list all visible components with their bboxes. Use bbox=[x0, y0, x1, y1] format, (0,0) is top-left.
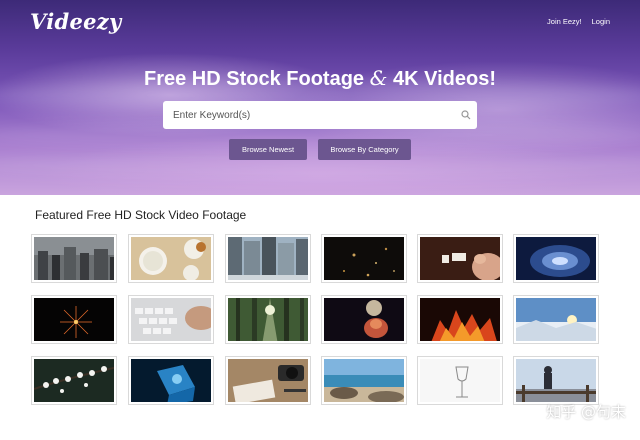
thumbnail-blue-glass-cube[interactable] bbox=[129, 357, 213, 404]
thumbnail-fingers-love-tiles[interactable] bbox=[418, 235, 502, 282]
search-box bbox=[163, 101, 477, 129]
hero-title-ampersand: & bbox=[369, 66, 388, 90]
thumbnail-blossom-branch[interactable] bbox=[32, 357, 116, 404]
section-title: Featured Free HD Stock Video Footage bbox=[35, 208, 247, 222]
login-link[interactable]: Login bbox=[592, 17, 610, 26]
thumbnail-sunset-snow[interactable] bbox=[514, 296, 598, 343]
thumbnail-desk-camera[interactable] bbox=[226, 357, 310, 404]
hero-title-part1: Free HD Stock Footage bbox=[144, 68, 370, 90]
thumbnail-fireworks[interactable] bbox=[32, 296, 116, 343]
watermark: 知乎 @句末 bbox=[546, 403, 626, 421]
browse-newest-button[interactable]: Browse Newest bbox=[229, 139, 307, 160]
top-nav: Join Eezy! Login bbox=[547, 17, 610, 26]
search-icon[interactable] bbox=[455, 101, 477, 129]
join-link[interactable]: Join Eezy! bbox=[547, 17, 582, 26]
thumbnail-fire[interactable] bbox=[418, 296, 502, 343]
thumbnail-wine-glass[interactable] bbox=[418, 357, 502, 404]
thumbnail-dark-particles[interactable] bbox=[322, 235, 406, 282]
thumbnail-beach-rocks[interactable] bbox=[322, 357, 406, 404]
browse-by-category-button[interactable]: Browse By Category bbox=[318, 139, 411, 160]
thumbnail-forest-sunbeams[interactable] bbox=[226, 296, 310, 343]
hero-title-part2: 4K Videos! bbox=[387, 68, 496, 90]
search-input[interactable] bbox=[163, 101, 455, 129]
site-logo[interactable]: Videezy bbox=[30, 9, 122, 34]
thumbnail-laptop-keyboard[interactable] bbox=[129, 296, 213, 343]
thumbnail-person-on-fence[interactable] bbox=[514, 357, 598, 404]
hero-banner: Videezy Join Eezy! Login Free HD Stock F… bbox=[0, 0, 640, 195]
hero-title: Free HD Stock Footage & 4K Videos! bbox=[0, 66, 640, 91]
thumbnail-tea-cups[interactable] bbox=[129, 235, 213, 282]
thumbnail-skyscrapers[interactable] bbox=[226, 235, 310, 282]
thumbnail-galaxy[interactable] bbox=[514, 235, 598, 282]
thumbnail-glowing-hand[interactable] bbox=[322, 296, 406, 343]
thumbnail-city-crowd[interactable] bbox=[32, 235, 116, 282]
